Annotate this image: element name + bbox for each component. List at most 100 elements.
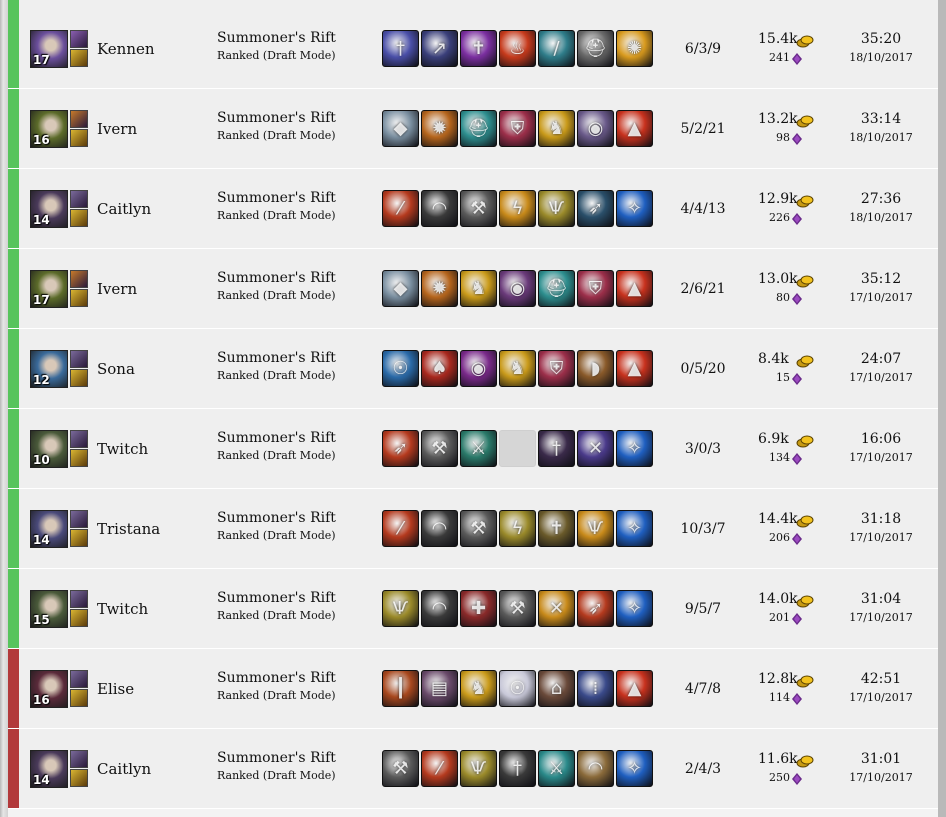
rifle-icon[interactable]: ⁄ (382, 510, 419, 547)
totem-icon[interactable]: ▲ (616, 350, 653, 387)
lightning-blade-icon[interactable]: ϟ (499, 510, 536, 547)
axe-icon[interactable]: ⚒ (499, 590, 536, 627)
tristana-portrait-icon[interactable]: 14 (30, 510, 68, 548)
twitch-portrait-icon[interactable]: 10 (30, 430, 68, 468)
mushroom-icon[interactable]: ♠ (421, 350, 458, 387)
ward-icon[interactable]: ✧ (616, 590, 653, 627)
minion-icon (792, 213, 802, 225)
totem-icon[interactable]: ▲ (616, 110, 653, 147)
summoner-spell-1-icon (70, 590, 88, 608)
axe-icon[interactable]: ⚒ (421, 430, 458, 467)
creep-score: 98 (776, 131, 790, 144)
boots-icon[interactable]: ♞ (538, 110, 575, 147)
claw-icon[interactable]: Ѱ (538, 190, 575, 227)
helm-icon[interactable]: ⛑ (577, 30, 614, 67)
sun-shield-icon[interactable]: ✹ (421, 270, 458, 307)
horn-icon[interactable]: ◗ (577, 350, 614, 387)
ward-icon[interactable]: ✧ (616, 750, 653, 787)
claw-icon[interactable]: Ѱ (460, 750, 497, 787)
summoner-spell-1-icon (70, 750, 88, 768)
match-row[interactable]: 15 Twitch Summoner's Rift Ranked (Draft Mo… (8, 569, 938, 649)
twitch-portrait-icon[interactable]: 15 (30, 590, 68, 628)
flame-icon[interactable]: ♨ (499, 30, 536, 67)
lantern-icon[interactable]: ✺ (616, 30, 653, 67)
shield-icon[interactable]: ⛨ (577, 270, 614, 307)
kennen-portrait-icon[interactable]: 17 (30, 30, 68, 68)
boots-icon[interactable]: ♞ (499, 350, 536, 387)
match-row[interactable]: 17 Ivern Summoner's Rift Ranked (Draft Mod… (8, 249, 938, 329)
ivern-portrait-icon[interactable]: 17 (30, 270, 68, 308)
champion-name: Ivern (97, 280, 138, 298)
axe-icon[interactable]: ⚒ (382, 750, 419, 787)
helm-icon[interactable]: ⛑ (460, 110, 497, 147)
lightning-blade-icon[interactable]: ϟ (499, 190, 536, 227)
cloak-icon[interactable]: ◠ (421, 510, 458, 547)
scrollbar[interactable] (938, 0, 946, 817)
match-row[interactable]: 12 Sona Summoner's Rift Ranked (Draft Mode… (8, 329, 938, 409)
rifle-icon[interactable]: ⁄ (421, 750, 458, 787)
staff-icon[interactable]: ┃ (382, 670, 419, 707)
caitlyn-portrait-icon[interactable]: 14 (30, 190, 68, 228)
shield-icon[interactable]: ⛨ (499, 110, 536, 147)
minion-icon (792, 533, 802, 545)
ward-icon[interactable]: ✧ (616, 190, 653, 227)
champion-level: 15 (33, 613, 50, 627)
tome-icon[interactable]: ▤ (421, 670, 458, 707)
match-row[interactable]: 14 Caitlyn Summoner's Rift Ranked (Draft M… (8, 169, 938, 249)
match-row[interactable]: 16 Ivern Summoner's Rift Ranked (Draft Mod… (8, 89, 938, 169)
axe-icon[interactable]: ⚒ (460, 190, 497, 227)
match-row[interactable]: 10 Twitch Summoner's Rift Ranked (Draft Mo… (8, 409, 938, 489)
mask-icon[interactable]: ☉ (382, 350, 419, 387)
totem-icon[interactable]: ▲ (616, 670, 653, 707)
ward-icon[interactable]: ✧ (616, 430, 653, 467)
orb-icon[interactable]: ◉ (499, 270, 536, 307)
sword-icon[interactable]: † (538, 430, 575, 467)
dagger-icon[interactable]: ✝ (460, 30, 497, 67)
creep-score: 80 (776, 291, 790, 304)
cloak-icon[interactable]: ◠ (577, 750, 614, 787)
claw-icon[interactable]: Ѱ (577, 510, 614, 547)
crossbow-icon[interactable]: ✚ (460, 590, 497, 627)
bow-icon[interactable]: ➶ (577, 590, 614, 627)
elise-portrait-icon[interactable]: 16 (30, 670, 68, 708)
boots-icon[interactable]: ♞ (460, 670, 497, 707)
crossed-blades-icon[interactable]: ✕ (538, 590, 575, 627)
spear-icon[interactable]: ↗ (421, 30, 458, 67)
axe-icon[interactable]: ⚒ (460, 510, 497, 547)
match-row[interactable]: 17 Kennen Summoner's Rift Ranked (Draft Mo… (8, 0, 938, 89)
match-row[interactable]: 14 Caitlyn Summoner's Rift Ranked (Draft M… (8, 729, 938, 809)
wand-icon[interactable]: ⁞ (577, 670, 614, 707)
blade-icon[interactable]: / (538, 30, 575, 67)
boots-icon[interactable]: ♞ (460, 270, 497, 307)
cutlass-icon[interactable]: ⚔ (460, 430, 497, 467)
kda: 2/4/3 (684, 761, 722, 777)
dagger-icon[interactable]: ✝ (538, 510, 575, 547)
orb-icon[interactable]: ◉ (577, 110, 614, 147)
sword-icon[interactable]: † (382, 30, 419, 67)
crossed-blades-icon[interactable]: ✕ (577, 430, 614, 467)
claw-icon[interactable]: Ѱ (382, 590, 419, 627)
cloak-icon[interactable]: ◠ (421, 590, 458, 627)
gem-icon[interactable]: ◆ (382, 270, 419, 307)
totem-icon[interactable]: ▲ (616, 270, 653, 307)
helm-icon[interactable]: ⛑ (538, 270, 575, 307)
hat-icon[interactable]: ⌂ (538, 670, 575, 707)
match-row[interactable]: 14 Tristana Summoner's Rift Ranked (Draft … (8, 489, 938, 569)
ward-icon[interactable]: ✧ (616, 510, 653, 547)
sword-icon[interactable]: † (499, 750, 536, 787)
caitlyn-portrait-icon[interactable]: 14 (30, 750, 68, 788)
summoner-spell-2-icon (70, 689, 88, 707)
cutlass-icon[interactable]: ⚔ (538, 750, 575, 787)
bow-icon[interactable]: ➶ (577, 190, 614, 227)
rifle-icon[interactable]: ⁄ (382, 190, 419, 227)
ivern-portrait-icon[interactable]: 16 (30, 110, 68, 148)
shield-icon[interactable]: ⛨ (538, 350, 575, 387)
orb-icon[interactable]: ◉ (460, 350, 497, 387)
sun-shield-icon[interactable]: ✹ (421, 110, 458, 147)
cloak-icon[interactable]: ◠ (421, 190, 458, 227)
match-row[interactable]: 16 Elise Summoner's Rift Ranked (Draft Mod… (8, 649, 938, 729)
sona-portrait-icon[interactable]: 12 (30, 350, 68, 388)
bow-icon[interactable]: ➶ (382, 430, 419, 467)
gem-icon[interactable]: ◆ (382, 110, 419, 147)
mask-icon[interactable]: ☉ (499, 670, 536, 707)
